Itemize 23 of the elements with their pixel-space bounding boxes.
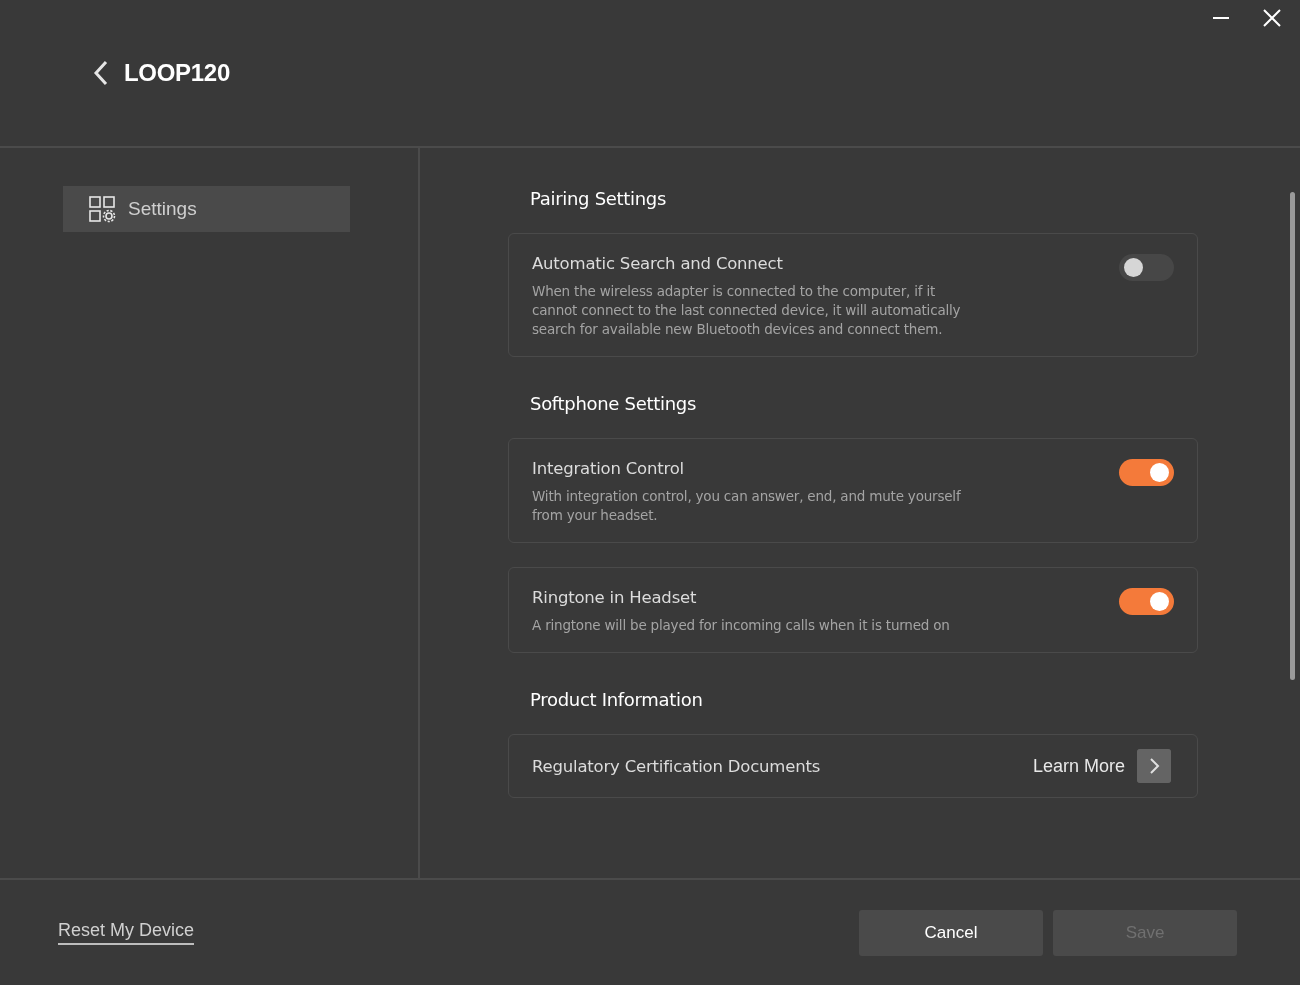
sidebar-item[interactable]: Settings	[63, 186, 350, 232]
chevron-right-icon[interactable]	[1137, 749, 1171, 783]
cancel-button[interactable]: Cancel	[859, 909, 1043, 956]
toggle-switch[interactable]	[1119, 254, 1174, 281]
setting-title: Regulatory Certification Documents	[532, 756, 822, 776]
setting-title: Automatic Search and Connect	[532, 254, 784, 273]
section-heading: Product Information	[530, 689, 704, 710]
scrollbar-thumb[interactable]	[1290, 192, 1295, 680]
setting-title: Ringtone in Headset	[532, 588, 698, 607]
setting-title: Integration Control	[532, 459, 685, 478]
setting-description: With integration control, you can answer, end, and mute yourself from your headset.	[532, 487, 962, 525]
close-icon[interactable]	[1262, 8, 1282, 28]
window-title: LOOP120	[124, 59, 230, 87]
section-heading: Softphone Settings	[530, 393, 697, 414]
reset-device-link[interactable]: Reset My Device	[58, 920, 195, 945]
setting-description: When the wireless adapter is connected to the computer, if it cannot connect to the last connected device, it will automatically search for available new Bluetooth devices and connect them.	[532, 282, 962, 339]
learn-more-link[interactable]: Learn More	[1032, 755, 1125, 777]
toggle-switch[interactable]	[1119, 459, 1174, 486]
grid-gear-icon	[89, 195, 116, 223]
toggle-switch[interactable]	[1119, 588, 1174, 615]
setting-description: A ringtone will be played for incoming calls when it is turned on	[532, 616, 951, 635]
section-heading: Pairing Settings	[530, 188, 668, 209]
back-icon[interactable]	[92, 60, 110, 86]
